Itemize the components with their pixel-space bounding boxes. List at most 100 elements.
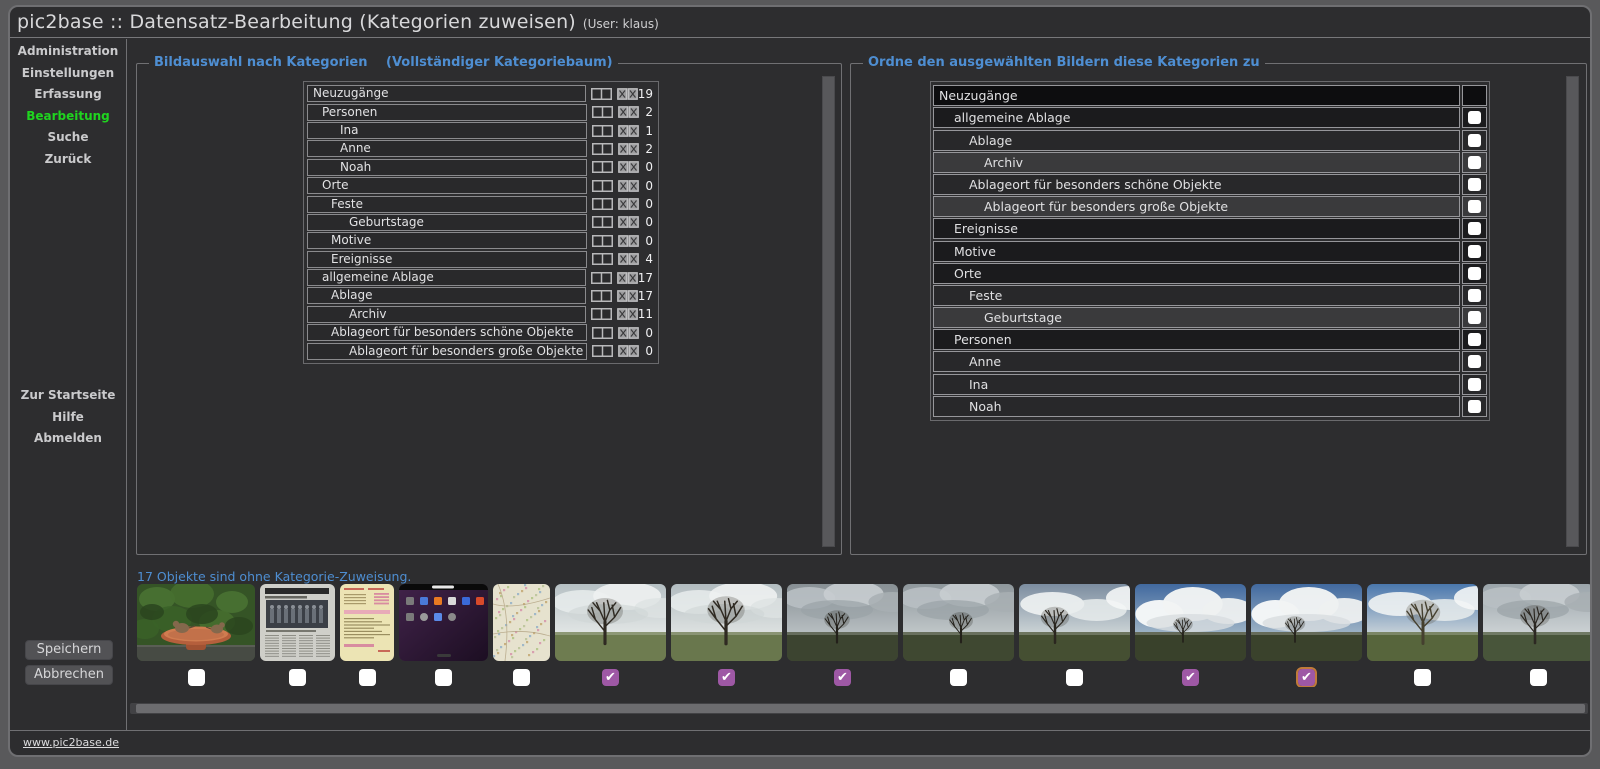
select-images-icon[interactable]	[592, 180, 613, 192]
assign-category-checkbox[interactable]	[1468, 178, 1481, 191]
select-images-icon[interactable]	[592, 198, 613, 210]
sidebar-item-abmelden[interactable]: Abmelden	[10, 428, 126, 450]
deselect-images-icon[interactable]	[618, 106, 639, 118]
assign-category-checkbox[interactable]	[1468, 355, 1481, 368]
assign-category-checkbox[interactable]	[1468, 111, 1481, 124]
footer-link[interactable]: www.pic2base.de	[23, 736, 119, 749]
thumbnail-tree[interactable]	[1135, 584, 1246, 661]
select-images-icon[interactable]	[592, 216, 613, 228]
category-ablageort-für-besonders-große-objekte[interactable]: Ablageort für besonders große Objekte	[307, 343, 587, 360]
deselect-images-icon[interactable]	[618, 235, 639, 247]
category-motive[interactable]: Motive	[307, 232, 587, 249]
assign-category-checkbox[interactable]	[1468, 200, 1481, 213]
select-images-icon[interactable]	[591, 272, 612, 284]
select-images-icon[interactable]	[592, 253, 613, 265]
category-neuzugänge[interactable]: Neuzugänge	[307, 85, 586, 102]
thumbnail-tree[interactable]	[787, 584, 898, 661]
sidebar-item-einstellungen[interactable]: Einstellungen	[10, 63, 126, 85]
assign-category-checkbox[interactable]	[1468, 333, 1481, 346]
deselect-images-icon[interactable]	[618, 253, 639, 265]
thumbnail-tree[interactable]	[555, 584, 666, 661]
deselect-images-icon[interactable]	[617, 308, 638, 320]
select-images-icon[interactable]	[592, 106, 613, 118]
thumbnail-checkbox[interactable]: ✔	[1182, 669, 1199, 686]
sidebar-item-bearbeitung[interactable]: Bearbeitung	[10, 106, 126, 128]
category-ereignisse[interactable]: Ereignisse	[307, 251, 587, 268]
thumbnail-newspaper[interactable]	[260, 584, 335, 661]
thumbnail-checkbox[interactable]: ✔	[834, 669, 851, 686]
category-archiv[interactable]: Archiv	[307, 306, 586, 323]
select-images-icon[interactable]	[592, 345, 613, 357]
thumbnail-scrollbar[interactable]	[130, 703, 1588, 714]
thumbnail-map[interactable]	[493, 584, 550, 661]
category-geburtstage[interactable]: Geburtstage	[307, 214, 587, 231]
thumbnail-checkbox[interactable]	[289, 669, 306, 686]
thumbnail-tree[interactable]	[1483, 584, 1590, 661]
thumbnail-checkbox[interactable]	[359, 669, 376, 686]
select-images-icon[interactable]	[591, 88, 612, 100]
select-images-icon[interactable]	[591, 290, 612, 302]
thumbnail-checkbox[interactable]: ✔	[718, 669, 735, 686]
category-noah[interactable]: Noah	[307, 159, 587, 176]
sidebar-item-hilfe[interactable]: Hilfe	[10, 407, 126, 429]
category-anne[interactable]: Anne	[307, 140, 587, 157]
select-images-icon[interactable]	[592, 327, 613, 339]
thumbnail-tree[interactable]	[1019, 584, 1130, 661]
thumbnail-tree[interactable]	[903, 584, 1014, 661]
thumbnail-checkbox[interactable]	[435, 669, 452, 686]
thumbnail-checkbox[interactable]	[950, 669, 967, 686]
sidebar-item-administration[interactable]: Administration	[10, 41, 126, 63]
select-images-icon[interactable]	[592, 143, 613, 155]
assign-category-checkbox[interactable]	[1468, 400, 1481, 413]
assign-category-checkbox[interactable]	[1468, 267, 1481, 280]
assign-category-checkbox[interactable]	[1468, 134, 1481, 147]
category-feste[interactable]: Feste	[307, 196, 587, 213]
thumbnail-bird-bath[interactable]	[137, 584, 255, 661]
right-panel-scrollbar[interactable]	[1566, 76, 1579, 547]
deselect-images-icon[interactable]	[618, 216, 639, 228]
assign-category-checkbox[interactable]	[1468, 245, 1481, 258]
category-ablageort-für-besonders-schöne-objekte[interactable]: Ablageort für besonders schöne Objekte	[307, 324, 587, 341]
assign-category-checkbox[interactable]	[1468, 222, 1481, 235]
select-images-icon[interactable]	[592, 125, 613, 137]
sidebar-item-erfassung[interactable]: Erfassung	[10, 84, 126, 106]
save-button[interactable]: Speichern	[25, 640, 113, 660]
deselect-images-icon[interactable]	[618, 161, 639, 173]
thumbnail-document[interactable]	[340, 584, 394, 661]
category-personen[interactable]: Personen	[307, 104, 587, 121]
thumbnail-checkbox[interactable]	[1414, 669, 1431, 686]
thumbnail-checkbox[interactable]	[1066, 669, 1083, 686]
thumbnail-tree[interactable]	[671, 584, 782, 661]
thumbnail-tree[interactable]	[1367, 584, 1478, 661]
category-orte[interactable]: Orte	[307, 177, 587, 194]
thumbnail-scrollbar-thumb[interactable]	[136, 704, 1585, 713]
sidebar-item-zur-startseite[interactable]: Zur Startseite	[10, 385, 126, 407]
assign-category-checkbox[interactable]	[1468, 311, 1481, 324]
assign-category-checkbox[interactable]	[1468, 156, 1481, 169]
cancel-button[interactable]: Abbrechen	[25, 665, 113, 685]
deselect-images-icon[interactable]	[618, 198, 639, 210]
sidebar-item-zurück[interactable]: Zurück	[10, 149, 126, 171]
deselect-images-icon[interactable]	[618, 125, 639, 137]
category-allgemeine-ablage[interactable]: allgemeine Ablage	[307, 269, 586, 286]
thumbnail-tree[interactable]	[1251, 584, 1362, 661]
deselect-images-icon[interactable]	[618, 327, 639, 339]
deselect-images-icon[interactable]	[618, 180, 639, 192]
thumbnail-checkbox[interactable]	[513, 669, 530, 686]
assign-category-checkbox[interactable]	[1468, 289, 1481, 302]
deselect-images-icon[interactable]	[617, 272, 638, 284]
select-images-icon[interactable]	[592, 235, 613, 247]
deselect-images-icon[interactable]	[618, 143, 639, 155]
left-panel-scrollbar[interactable]	[822, 76, 835, 547]
select-images-icon[interactable]	[591, 308, 612, 320]
select-images-icon[interactable]	[592, 161, 613, 173]
category-ina[interactable]: Ina	[307, 122, 587, 139]
category-ablage[interactable]: Ablage	[307, 287, 586, 304]
deselect-images-icon[interactable]	[617, 290, 638, 302]
thumbnail-checkbox[interactable]: ✔	[1298, 669, 1315, 686]
thumbnail-checkbox[interactable]: ✔	[602, 669, 619, 686]
thumbnail-desktop[interactable]	[399, 584, 488, 661]
deselect-images-icon[interactable]	[617, 88, 638, 100]
deselect-images-icon[interactable]	[618, 345, 639, 357]
assign-category-checkbox[interactable]	[1468, 378, 1481, 391]
